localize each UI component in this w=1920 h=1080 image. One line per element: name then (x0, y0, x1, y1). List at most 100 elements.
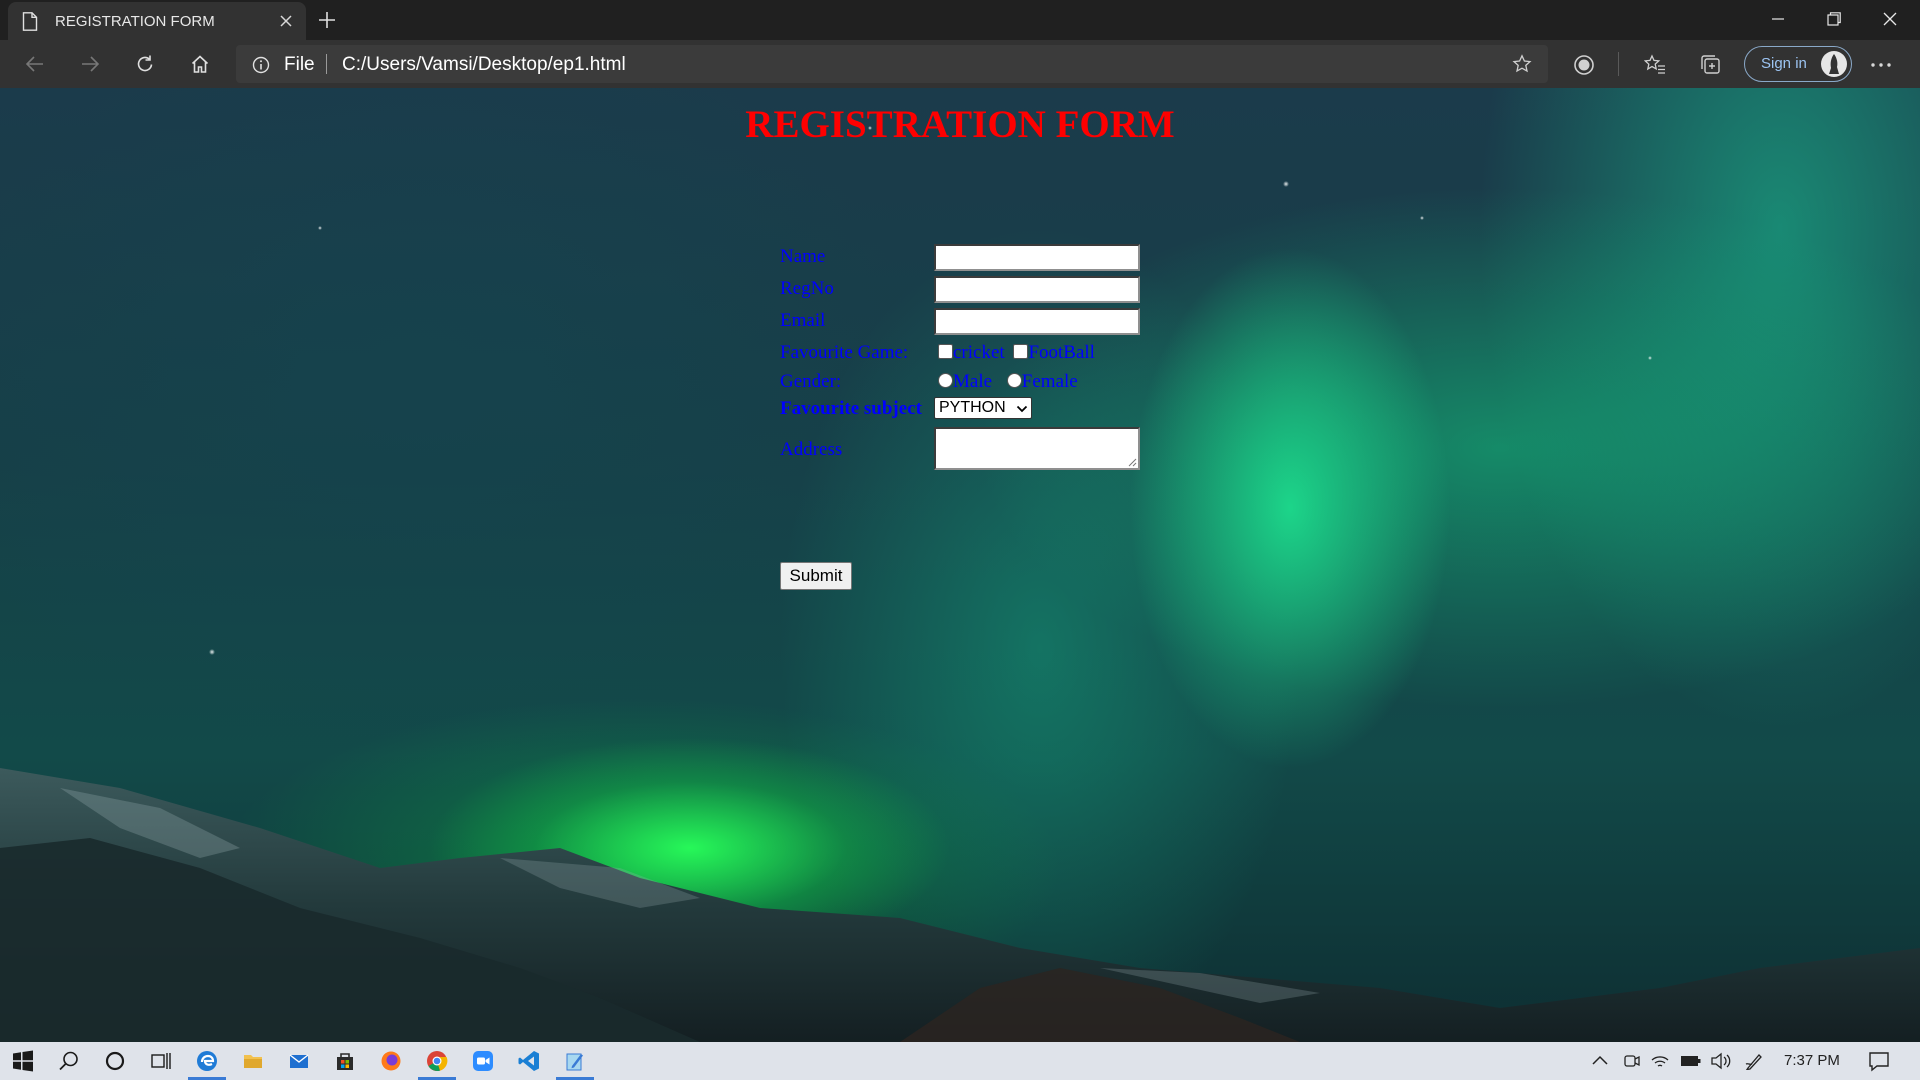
volume-icon[interactable] (1710, 1052, 1732, 1070)
toolbar-divider (1618, 52, 1619, 76)
more-options-icon[interactable] (1866, 54, 1896, 76)
restore-button[interactable] (1806, 0, 1862, 38)
firefox-icon (381, 1051, 401, 1071)
browser-toolbar: File C:/Users/Vamsi/Desktop/ep1.html Sig… (0, 40, 1920, 88)
football-label: FootBall (1028, 342, 1095, 363)
wifi-icon[interactable] (1650, 1052, 1670, 1070)
start-button[interactable] (0, 1042, 46, 1080)
taskbar-search[interactable] (46, 1042, 92, 1080)
url-text[interactable]: C:/Users/Vamsi/Desktop/ep1.html (342, 54, 626, 76)
notepad-icon (566, 1053, 583, 1071)
subject-select[interactable]: PYTHON (934, 397, 1032, 419)
url-divider (326, 54, 327, 74)
mail-icon (289, 1054, 309, 1068)
collections-icon[interactable] (1700, 54, 1722, 76)
taskbar-chrome[interactable] (414, 1042, 460, 1080)
address-bar[interactable]: File C:/Users/Vamsi/Desktop/ep1.html (236, 45, 1548, 83)
cortana-icon (105, 1051, 125, 1071)
search-icon (59, 1051, 78, 1071)
taskbar-edge[interactable] (184, 1042, 230, 1080)
refresh-button[interactable] (127, 48, 163, 80)
close-icon (1883, 12, 1897, 26)
taskbar-store[interactable] (322, 1042, 368, 1080)
windows-logo-icon (13, 1050, 33, 1072)
vscode-icon (518, 1051, 539, 1071)
female-radio[interactable] (1006, 373, 1022, 388)
chevron-up-icon[interactable] (1590, 1052, 1610, 1070)
female-label: Female (1021, 371, 1078, 392)
page-viewport: REGISTRATION FORM Name RegNo Email Favou… (0, 88, 1920, 1042)
email-input[interactable] (934, 308, 1140, 335)
sign-in-button[interactable]: Sign in (1744, 46, 1852, 82)
taskbar-mail[interactable] (276, 1042, 322, 1080)
meet-now-icon[interactable] (1622, 1052, 1642, 1070)
cricket-label: cricket (953, 342, 1005, 363)
back-button[interactable] (17, 48, 53, 80)
pen-workspace-icon[interactable] (1744, 1052, 1764, 1070)
cricket-checkbox[interactable] (938, 344, 953, 359)
sign-in-label: Sign in (1761, 55, 1807, 72)
edge-icon (197, 1051, 217, 1071)
taskbar-cortana[interactable] (92, 1042, 138, 1080)
email-label: Email (780, 310, 826, 331)
minimize-icon (1772, 18, 1784, 20)
new-tab-icon[interactable] (316, 9, 338, 31)
chevron-down-icon (1016, 405, 1028, 413)
gender-label: Gender: (780, 371, 842, 392)
url-scheme-label: File (284, 54, 315, 75)
football-checkbox[interactable] (1013, 344, 1029, 359)
store-icon (337, 1053, 353, 1070)
name-label: Name (780, 246, 826, 267)
subject-selected-value: PYTHON (939, 399, 1006, 416)
folder-icon (244, 1055, 262, 1068)
close-window-button[interactable] (1862, 0, 1918, 38)
address-textarea[interactable] (934, 427, 1140, 470)
refresh-icon (137, 55, 153, 72)
battery-icon[interactable] (1680, 1052, 1702, 1070)
favorites-icon[interactable] (1644, 54, 1666, 76)
regno-label: RegNo (780, 278, 834, 299)
tab-title: REGISTRATION FORM (55, 13, 215, 30)
profile-avatar-icon (1829, 54, 1839, 74)
taskbar-firefox[interactable] (368, 1042, 414, 1080)
notifications-icon[interactable] (1868, 1050, 1890, 1072)
browser-tab[interactable]: REGISTRATION FORM (8, 2, 306, 40)
address-row: Address (778, 427, 1140, 470)
home-button[interactable] (182, 48, 218, 80)
resize-grip-icon[interactable] (1127, 457, 1137, 467)
taskbar-notepad[interactable] (552, 1042, 598, 1080)
avatar (1821, 51, 1847, 77)
minimize-button[interactable] (1750, 0, 1806, 38)
gender-options: Male Female (938, 371, 1078, 393)
forward-arrow-icon (82, 56, 100, 72)
close-tab-icon[interactable] (276, 11, 296, 31)
game-options: cricket FootBall (938, 342, 1095, 364)
page-title: REGISTRATION FORM (745, 103, 1175, 146)
taskbar-vscode[interactable] (506, 1042, 552, 1080)
page-icon (22, 12, 38, 31)
taskbar-zoom[interactable] (460, 1042, 506, 1080)
regno-input[interactable] (934, 276, 1140, 303)
taskbar-clock[interactable]: 7:37 PM (1784, 1052, 1840, 1069)
subject-row: Favourite subject PYTHON (778, 397, 1032, 419)
chrome-icon (427, 1051, 448, 1072)
zoom-icon (473, 1051, 493, 1071)
aurora-mountain-background (0, 126, 1920, 1042)
info-icon[interactable] (252, 56, 270, 74)
male-radio[interactable] (938, 373, 953, 388)
taskbar-file-explorer[interactable] (230, 1042, 276, 1080)
taskbar-task-view[interactable] (138, 1042, 184, 1080)
address-label: Address (780, 439, 843, 460)
submit-button[interactable]: Submit (780, 562, 852, 590)
subject-label: Favourite subject (780, 398, 922, 419)
extension-icon[interactable] (1573, 54, 1595, 76)
task-view-icon (151, 1053, 171, 1069)
male-label: Male (953, 371, 993, 392)
game-label: Favourite Game: (780, 342, 909, 363)
favorite-star-icon[interactable] (1512, 54, 1532, 74)
back-arrow-icon (25, 56, 43, 72)
name-input[interactable] (934, 244, 1140, 271)
title-bar: REGISTRATION FORM (0, 0, 1920, 40)
forward-button[interactable] (72, 48, 108, 80)
windows-taskbar: 7:37 PM (0, 1042, 1920, 1080)
